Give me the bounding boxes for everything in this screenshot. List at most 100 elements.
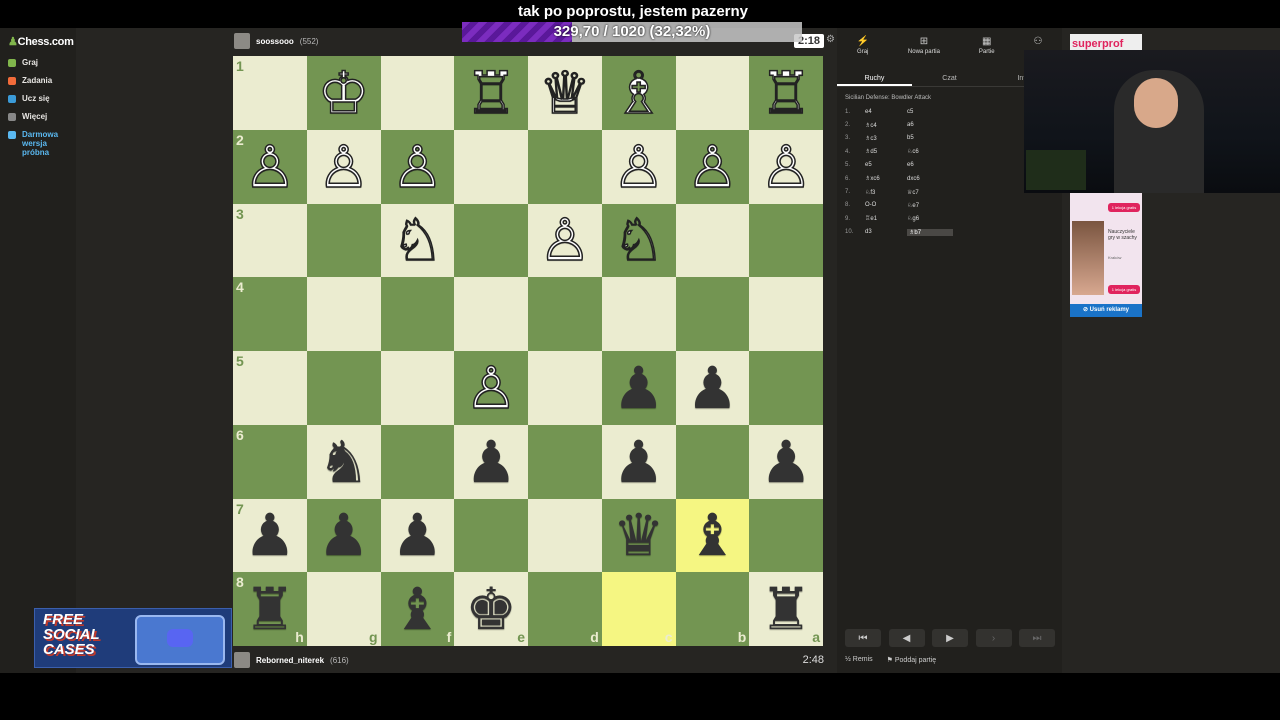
white-knight-icon[interactable]: ♘ xyxy=(391,211,445,271)
nav-item-trial[interactable]: Darmowa wersja próbna xyxy=(8,130,62,157)
black-pawn-icon[interactable]: ♟ xyxy=(613,359,665,417)
black-move[interactable]: e6 xyxy=(907,162,949,168)
black-move[interactable]: ♘g6 xyxy=(907,215,949,222)
board-square[interactable]: ♟ xyxy=(306,498,381,573)
avatar[interactable] xyxy=(234,652,250,668)
board-square[interactable]: ♖ xyxy=(749,56,823,130)
board-square[interactable]: ♙ xyxy=(749,129,823,204)
black-bishop-icon[interactable]: ♝ xyxy=(686,506,738,564)
board-square[interactable] xyxy=(380,56,455,130)
board-square[interactable]: ♙ xyxy=(454,351,528,425)
board-square[interactable]: ♖ xyxy=(454,56,528,130)
first-move-button[interactable]: ⏮ xyxy=(845,629,881,647)
black-rook-icon[interactable]: ♜ xyxy=(244,580,296,638)
board-square[interactable]: ♙ xyxy=(306,129,381,204)
white-move[interactable]: ♗c3 xyxy=(865,135,907,142)
black-knight-icon[interactable]: ♞ xyxy=(318,433,370,491)
board-square[interactable]: f ♝ xyxy=(380,572,455,646)
ad-banner[interactable]: superprof xyxy=(1070,34,1142,50)
last-move-button[interactable]: ⏭ xyxy=(1019,629,1055,647)
board-square[interactable]: c xyxy=(601,572,676,646)
board-square[interactable]: 3 xyxy=(233,203,307,278)
board-square[interactable]: g xyxy=(306,572,381,646)
white-pawn-icon[interactable]: ♙ xyxy=(464,358,518,418)
ad-cta-button[interactable]: 1 lekcja gratis xyxy=(1108,203,1140,212)
board-square[interactable]: b xyxy=(675,572,750,646)
board-square[interactable]: ♝ xyxy=(675,498,750,573)
white-knight-icon[interactable]: ♘ xyxy=(612,211,666,271)
board-square[interactable] xyxy=(528,424,602,499)
ad-card[interactable]: 1 lekcja gratis Nauczyciele gry w szachy… xyxy=(1070,193,1142,317)
white-pawn-icon[interactable]: ♙ xyxy=(243,137,297,197)
board-square[interactable]: ♛ xyxy=(601,498,676,573)
black-queen-icon[interactable]: ♛ xyxy=(613,506,665,564)
board-square[interactable]: ♟ xyxy=(601,424,676,499)
black-move[interactable]: ♕c7 xyxy=(907,189,949,196)
top-player-name[interactable]: soossooo xyxy=(256,37,294,46)
black-rook-icon[interactable]: ♜ xyxy=(760,580,812,638)
tab-new-game[interactable]: ⊞ Nowa partia xyxy=(908,36,940,64)
board-square[interactable]: ♙ xyxy=(528,203,602,278)
board-square[interactable]: ♟ xyxy=(675,351,750,425)
black-pawn-icon[interactable]: ♟ xyxy=(244,506,296,564)
board-square[interactable]: ♙ xyxy=(601,129,676,204)
board-square[interactable] xyxy=(380,424,455,499)
black-move[interactable]: a6 xyxy=(907,122,949,128)
board-square[interactable] xyxy=(601,277,676,351)
board-square[interactable] xyxy=(306,203,381,278)
white-move[interactable]: ♖e1 xyxy=(865,215,907,222)
board-square[interactable] xyxy=(528,129,602,204)
white-pawn-icon[interactable]: ♙ xyxy=(317,137,371,197)
board-square[interactable]: ♟ xyxy=(380,498,455,573)
board-square[interactable] xyxy=(675,424,750,499)
board-square[interactable] xyxy=(749,277,823,351)
black-move[interactable]: dxc6 xyxy=(907,176,949,182)
white-move[interactable]: ♘f3 xyxy=(865,189,907,196)
black-pawn-icon[interactable]: ♟ xyxy=(465,433,517,491)
board-square[interactable]: ♟ xyxy=(454,424,528,499)
board-square[interactable] xyxy=(528,498,602,573)
board-square[interactable] xyxy=(306,277,381,351)
settings-icon[interactable]: ⚙ xyxy=(826,34,835,45)
draw-button[interactable]: ½ Remis xyxy=(845,656,873,664)
resign-button[interactable]: ⚑ Poddaj partię xyxy=(887,656,937,664)
board-square[interactable]: 5 xyxy=(233,351,307,425)
board-square[interactable] xyxy=(454,129,528,204)
nav-item-play[interactable]: Graj xyxy=(8,58,38,67)
board-square[interactable] xyxy=(306,351,381,425)
remove-ads-button[interactable]: ⊘ Usuń reklamy xyxy=(1070,304,1142,317)
board-square[interactable] xyxy=(675,203,750,278)
black-pawn-icon[interactable]: ♟ xyxy=(391,506,443,564)
nav-item-learn[interactable]: Ucz się xyxy=(8,94,50,103)
board-square[interactable] xyxy=(454,203,528,278)
board-square[interactable]: 2 ♙ xyxy=(233,129,307,204)
board-square[interactable]: d xyxy=(528,572,602,646)
next-move-button[interactable]: › xyxy=(975,629,1012,647)
black-pawn-icon[interactable]: ♟ xyxy=(318,506,370,564)
white-pawn-icon[interactable]: ♙ xyxy=(391,137,445,197)
board-square[interactable] xyxy=(749,203,823,278)
board-square[interactable]: 6 xyxy=(233,424,307,499)
board-square[interactable] xyxy=(675,56,750,130)
board-square[interactable]: 4 xyxy=(233,277,307,351)
black-king-icon[interactable]: ♚ xyxy=(465,580,517,638)
board-square[interactable] xyxy=(454,277,528,351)
white-pawn-icon[interactable]: ♙ xyxy=(686,137,740,197)
prev-move-button[interactable]: ◀ xyxy=(888,629,925,647)
board-square[interactable] xyxy=(749,498,823,573)
board-square[interactable]: ♞ xyxy=(306,424,381,499)
board-square[interactable]: a ♜ xyxy=(749,572,823,646)
board-square[interactable]: 1 xyxy=(233,56,307,130)
board-square[interactable] xyxy=(675,277,750,351)
bottom-player-name[interactable]: Reborned_niterek xyxy=(256,656,324,665)
white-rook-icon[interactable]: ♖ xyxy=(464,63,518,123)
board-square[interactable]: ♟ xyxy=(749,424,823,499)
white-move[interactable]: ♗d5 xyxy=(865,148,907,155)
black-move[interactable]: ♘c6 xyxy=(907,148,949,155)
board-square[interactable] xyxy=(528,351,602,425)
board-square[interactable]: 8 h ♜ xyxy=(233,572,307,646)
board-square[interactable]: ♘ xyxy=(380,203,455,278)
nav-item-more[interactable]: Więcej xyxy=(8,112,47,121)
ad-cta-button-2[interactable]: 1 lekcja gratis xyxy=(1108,285,1140,294)
tab-chat[interactable]: Czat xyxy=(912,64,987,86)
